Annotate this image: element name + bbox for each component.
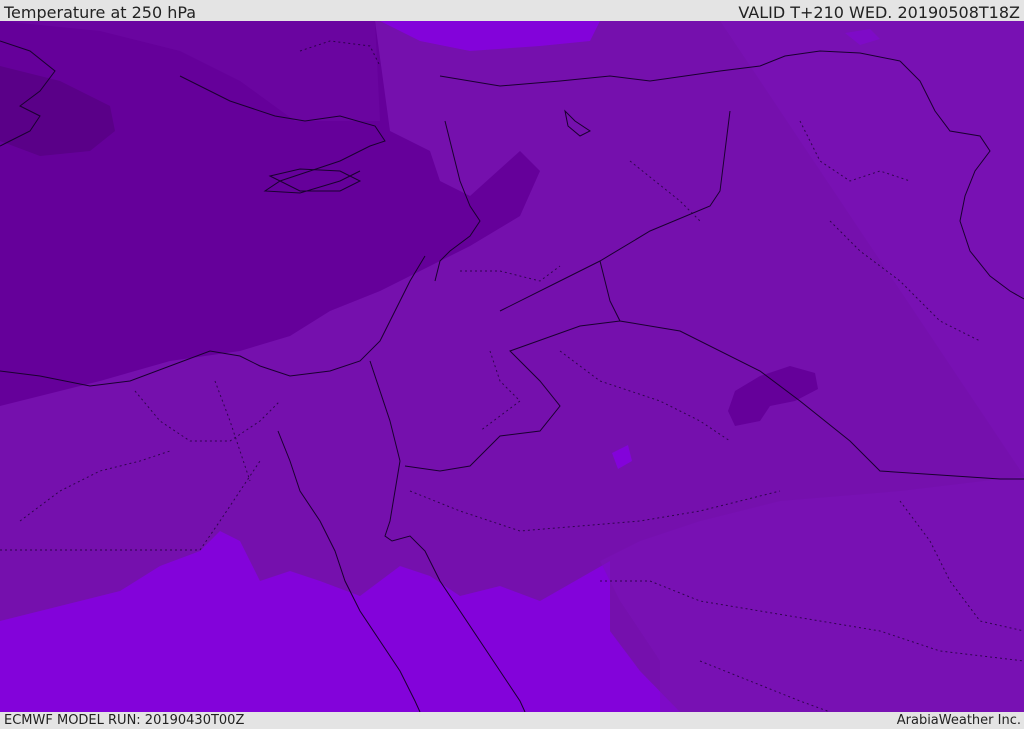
valid-time: VALID T+210 WED. 20190508T18Z (738, 3, 1020, 22)
forecast-map-page: Temperature at 250 hPa VALID T+210 WED. … (0, 0, 1024, 729)
footer-bar: ECMWF MODEL RUN: 20190430T00Z ArabiaWeat… (0, 712, 1024, 729)
header-bar: Temperature at 250 hPa VALID T+210 WED. … (0, 0, 1024, 22)
temperature-map (0, 21, 1024, 712)
map-title: Temperature at 250 hPa (4, 3, 197, 22)
model-run-label: ECMWF MODEL RUN: 20190430T00Z (4, 713, 245, 728)
credit-label: ArabiaWeather Inc. (896, 713, 1021, 728)
